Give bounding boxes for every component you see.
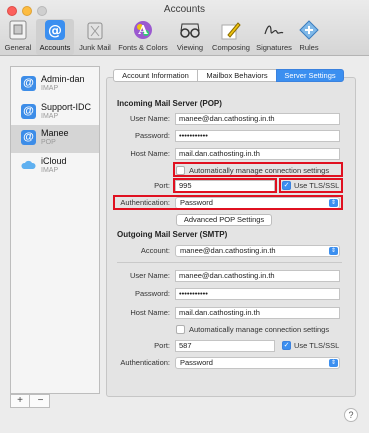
toolbar-signatures[interactable]: Signatures <box>252 19 296 55</box>
incoming-port-field[interactable]: 995 <box>175 180 275 192</box>
chevron-updown-icon: ⇕ <box>329 247 338 255</box>
outgoing-tls-checkbox[interactable]: ✓ <box>282 341 291 350</box>
tab-server-settings[interactable]: Server Settings <box>276 69 344 82</box>
outgoing-host-name-field[interactable]: mail.dan.cathosting.in.th <box>175 307 340 319</box>
outgoing-user-name-field[interactable]: manee@dan.cathosting.in.th <box>175 270 340 282</box>
trash-icon <box>87 22 103 40</box>
account-list-buttons: + − <box>10 394 50 408</box>
toolbar-fonts-colors-label: Fonts & Colors <box>118 43 168 52</box>
incoming-tls-label: Use TLS/SSL <box>294 181 340 190</box>
toolbar-viewing-label: Viewing <box>176 43 204 52</box>
toolbar-general[interactable]: General <box>2 19 34 55</box>
toolbar-accounts-label: Accounts <box>39 43 71 52</box>
account-item-manee[interactable]: @ Manee POP <box>11 125 99 153</box>
incoming-authentication-select[interactable]: Password ⇕ <box>175 197 340 209</box>
toolbar-rules-label: Rules <box>299 43 319 52</box>
remove-account-button[interactable]: − <box>31 395 50 407</box>
toolbar-rules[interactable]: Rules <box>296 19 322 55</box>
outgoing-account-label: Account: <box>140 246 170 255</box>
pencil-icon <box>221 22 241 40</box>
add-account-button[interactable]: + <box>11 395 30 407</box>
general-icon <box>9 20 27 40</box>
fonts-colors-icon: A <box>134 21 152 39</box>
toolbar-composing-label: Composing <box>212 43 250 52</box>
outgoing-authentication-label: Authentication: <box>120 358 170 367</box>
incoming-user-name-field[interactable]: manee@dan.cathosting.in.th <box>175 113 340 125</box>
glasses-icon <box>180 23 200 38</box>
rules-icon <box>299 20 319 40</box>
account-item-icloud[interactable]: iCloud IMAP <box>11 153 99 181</box>
outgoing-tls-label: Use TLS/SSL <box>294 341 340 350</box>
outgoing-port-field[interactable]: 587 <box>175 340 275 352</box>
tab-mailbox-behaviors[interactable]: Mailbox Behaviors <box>197 69 277 82</box>
toolbar-junk-mail[interactable]: Junk Mail <box>76 19 114 55</box>
toolbar-signatures-label: Signatures <box>256 43 292 52</box>
incoming-host-name-field[interactable]: mail.dan.cathosting.in.th <box>175 148 340 160</box>
outgoing-password-label: Password: <box>134 289 170 298</box>
outgoing-port-label: Port: <box>154 341 170 350</box>
cloud-icon <box>21 158 36 173</box>
accounts-window: Accounts General @ Accounts Junk Mail A … <box>0 0 369 433</box>
tab-account-information[interactable]: Account Information <box>113 69 198 82</box>
accounts-list: @ Admin-dan IMAP @ Support-IDC IMAP @ Ma… <box>10 66 100 394</box>
outgoing-auto-manage-label: Automatically manage connection settings <box>189 325 330 334</box>
account-name: Support-IDC <box>41 102 92 112</box>
incoming-tls-checkbox[interactable]: ✓ <box>282 181 291 190</box>
section-divider <box>117 262 342 263</box>
advanced-pop-settings-button[interactable]: Advanced POP Settings <box>176 214 272 226</box>
incoming-authentication-label: Authentication: <box>120 198 170 207</box>
incoming-section-title: Incoming Mail Server (POP) <box>117 99 222 108</box>
window-title: Accounts <box>163 4 206 15</box>
toolbar-viewing[interactable]: Viewing <box>172 19 208 55</box>
signature-icon <box>264 25 284 35</box>
at-sign-icon: @ <box>45 20 65 40</box>
outgoing-authentication-value: Password <box>180 358 213 367</box>
outgoing-account-select[interactable]: manee@dan.cathosting.in.th ⇕ <box>175 245 340 257</box>
outgoing-section-title: Outgoing Mail Server (SMTP) <box>117 230 228 239</box>
incoming-auto-manage-checkbox[interactable] <box>176 166 185 175</box>
incoming-authentication-value: Password <box>180 198 213 207</box>
outgoing-auto-manage-checkbox[interactable] <box>176 325 185 334</box>
outgoing-host-name-label: Host Name: <box>130 308 170 317</box>
account-type: IMAP <box>41 167 59 174</box>
at-sign-icon: @ <box>21 130 36 145</box>
toolbar-junk-mail-label: Junk Mail <box>79 43 111 52</box>
account-item-admin-dan[interactable]: @ Admin-dan IMAP <box>11 71 99 99</box>
incoming-user-name-label: User Name: <box>129 114 170 123</box>
toolbar-general-label: General <box>4 43 32 52</box>
toolbar-fonts-colors[interactable]: A Fonts & Colors <box>116 19 170 55</box>
incoming-password-label: Password: <box>134 131 170 140</box>
account-name: iCloud <box>41 156 67 166</box>
account-name: Admin-dan <box>41 74 85 84</box>
chevron-updown-icon: ⇕ <box>329 199 338 207</box>
incoming-port-label: Port: <box>154 181 170 190</box>
at-sign-icon: @ <box>21 76 36 91</box>
outgoing-password-field[interactable]: ••••••••••• <box>175 288 340 300</box>
account-name: Manee <box>41 128 69 138</box>
account-type: POP <box>41 139 56 146</box>
toolbar-accounts[interactable]: @ Accounts <box>36 19 74 55</box>
incoming-auto-manage-label: Automatically manage connection settings <box>189 166 330 175</box>
toolbar-composing[interactable]: Composing <box>210 19 252 55</box>
svg-text:@: @ <box>48 23 62 39</box>
toolbar: Accounts General @ Accounts Junk Mail A … <box>0 0 369 56</box>
outgoing-authentication-select[interactable]: Password ⇕ <box>175 357 340 369</box>
help-button[interactable]: ? <box>344 408 358 422</box>
svg-text:A: A <box>137 23 148 37</box>
account-type: IMAP <box>41 85 59 92</box>
incoming-host-name-label: Host Name: <box>130 149 170 158</box>
incoming-password-field[interactable]: ••••••••••• <box>175 130 340 142</box>
outgoing-account-value: manee@dan.cathosting.in.th <box>180 246 276 255</box>
at-sign-icon: @ <box>21 104 36 119</box>
chevron-updown-icon: ⇕ <box>329 359 338 367</box>
account-type: IMAP <box>41 113 59 120</box>
outgoing-user-name-label: User Name: <box>129 271 170 280</box>
account-item-support-idc[interactable]: @ Support-IDC IMAP <box>11 99 99 127</box>
